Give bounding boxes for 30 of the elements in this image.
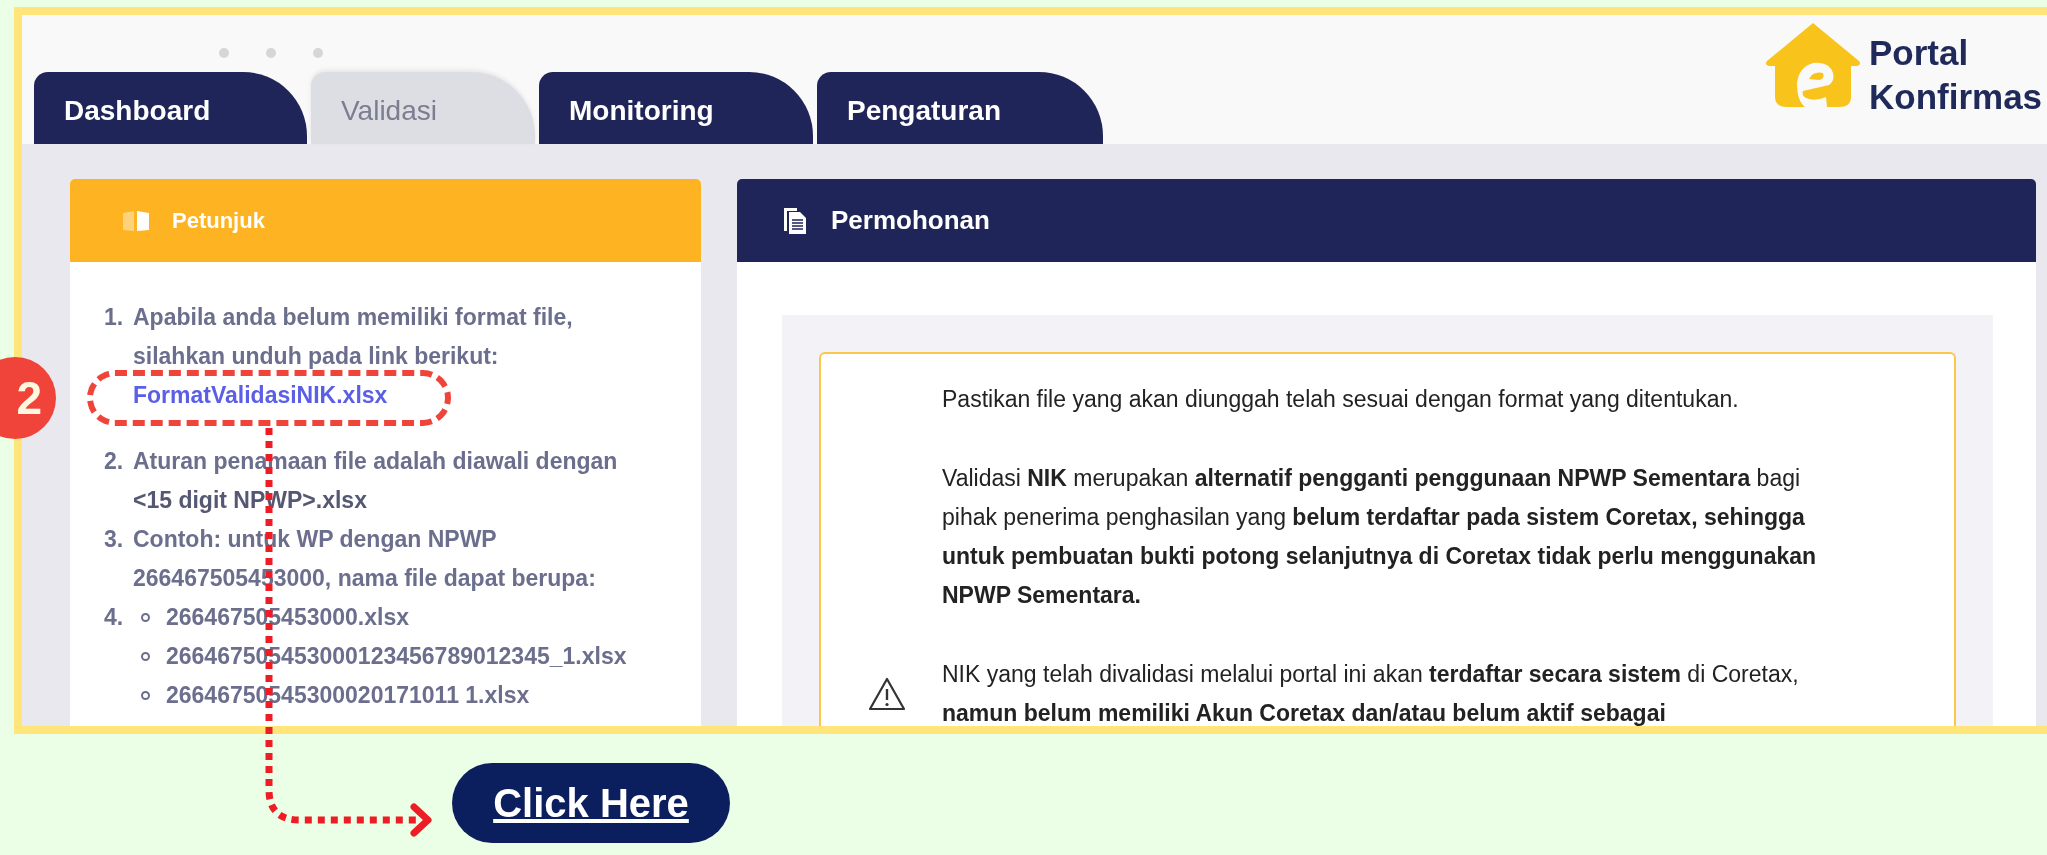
download-link[interactable]: FormatValidasiNIK.xlsx [133, 376, 388, 415]
list-number: 3. [104, 525, 125, 554]
card-title: Permohonan [831, 205, 990, 236]
house-logo-icon [1763, 21, 1863, 109]
bullet-icon [141, 613, 150, 622]
book-icon [122, 209, 150, 232]
window-dots-icon [218, 47, 324, 59]
card-title: Petunjuk [172, 207, 265, 234]
nav-tab[interactable]: Monitoring [539, 72, 813, 144]
nav-tab[interactable]: Pengaturan [817, 72, 1103, 144]
bullet-icon [141, 652, 150, 661]
instruction-text: Aturan penamaan file adalah diawali dengan <15 digit NPWP>.xlsx [133, 447, 619, 515]
notice-text: Validasi NIK merupakan alternatif pengganti penggunaan NPWP Sementara bagi pihak penerima penghasilan yang belum terdaftar pada sistem Coretax, sehingga untuk pembuatan bukti potong selanjutnya di Coretax tidak perlu menggunakan NPWP Sementara. [942, 464, 1818, 610]
list-number: 4. [104, 603, 125, 632]
click-here-button[interactable]: Click Here [452, 763, 730, 843]
instruction-text: Contoh: untuk WP dengan NPWP 266467505453000, nama file dapat berupa: [133, 525, 597, 593]
list-number: 2. [104, 447, 125, 476]
example-filename: 26646750545300020171011 1.xlsx [166, 681, 530, 710]
warning-icon [867, 676, 906, 712]
notice-text: Pastikan file yang akan diunggah telah sesuai dengan format yang ditentukan. [942, 385, 1740, 414]
nav-tab[interactable]: Dashboard [34, 72, 307, 144]
instruction-text: Apabila anda belum memiliki format file, silahkan unduh pada link berikut: [133, 303, 574, 371]
logo-text: Konfirmas [1869, 76, 2043, 118]
notice-text: NIK yang telah divalidasi melalui portal ini akan terdaftar secara sistem di Coretax, namun belum memiliki Akun Coretax dan/atau belum aktif sebagai [942, 660, 1800, 726]
example-filename: 266467505453000.xlsx [166, 603, 410, 632]
logo-text: Portal [1869, 32, 1970, 74]
list-number: 1. [104, 303, 125, 332]
example-filename: 266467505453000123456789012345_1.xlsx [166, 642, 627, 671]
bullet-icon [141, 691, 150, 700]
document-icon [783, 206, 807, 235]
